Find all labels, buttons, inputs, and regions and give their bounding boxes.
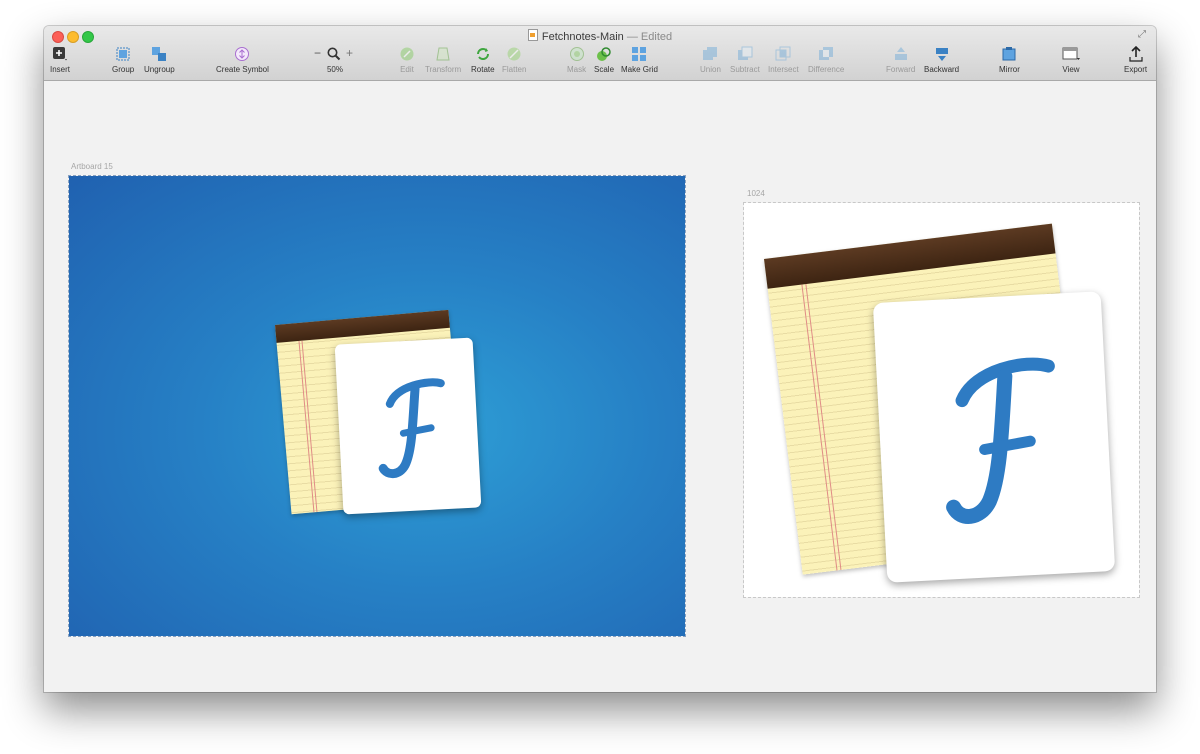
difference-button[interactable]: Difference — [808, 46, 844, 74]
view-window-icon — [1062, 47, 1080, 60]
intersect-button[interactable]: Intersect — [768, 46, 799, 74]
window-title: Fetchnotes-Main — Edited — [44, 29, 1156, 43]
difference-icon — [819, 47, 834, 60]
margin-line — [805, 284, 842, 570]
margin-line — [801, 284, 838, 571]
rotate-icon — [476, 48, 489, 60]
app-window: Fetchnotes-Main — Edited ⤢ Insert Group … — [44, 26, 1156, 692]
intersect-icon — [775, 46, 791, 61]
zoom-magnifier-icon — [327, 47, 341, 61]
zoom-control[interactable]: − + 50% — [314, 46, 356, 74]
subtract-button[interactable]: Subtract — [730, 46, 760, 74]
flatten-label: Flatten — [502, 65, 527, 74]
difference-label: Difference — [808, 65, 845, 74]
rotate-button[interactable]: Rotate — [471, 46, 495, 74]
f-card — [872, 291, 1116, 583]
zoom-level: 50% — [326, 65, 343, 74]
intersect-label: Intersect — [768, 65, 799, 74]
artboard-1-label[interactable]: Artboard 15 — [71, 162, 113, 171]
union-label: Union — [700, 65, 721, 74]
artboard-1[interactable] — [68, 175, 686, 637]
fetchnotes-f-logo — [946, 357, 1055, 524]
create-symbol-label: Create Symbol — [216, 65, 269, 74]
group-label: Group — [112, 65, 135, 74]
subtract-icon — [737, 46, 753, 60]
toolbar: Fetchnotes-Main — Edited ⤢ Insert Group … — [44, 26, 1156, 81]
make-grid-label: Make Grid — [621, 65, 658, 74]
app-icon-large[interactable] — [762, 213, 1132, 583]
transform-icon — [436, 47, 450, 61]
flatten-button[interactable]: Flatten — [502, 46, 526, 74]
grid-icon — [632, 47, 647, 61]
document-icon — [527, 29, 538, 41]
fetchnotes-f-logo — [378, 378, 445, 479]
canvas[interactable]: Artboard 15 1024 — [44, 81, 1156, 692]
ungroup-icon — [152, 47, 167, 61]
mirror-label: Mirror — [999, 65, 1020, 74]
edit-pen-icon — [400, 47, 414, 61]
forward-icon — [894, 47, 907, 60]
artboard-2-label[interactable]: 1024 — [747, 189, 765, 198]
backward-button[interactable]: Backward — [924, 46, 959, 74]
edit-button[interactable]: Edit — [399, 46, 415, 74]
zoom-in-button[interactable]: + — [346, 46, 353, 60]
view-button[interactable]: View — [1062, 46, 1080, 74]
subtract-label: Subtract — [730, 65, 760, 74]
export-label: Export — [1124, 65, 1148, 74]
flatten-icon — [507, 47, 521, 61]
insert-plus-icon — [53, 47, 67, 61]
zoom-out-button[interactable]: − — [314, 46, 321, 60]
notepad-binding — [275, 309, 450, 343]
artboard-2[interactable] — [743, 202, 1140, 598]
transform-button[interactable]: Transform — [425, 46, 461, 74]
insert-label: Insert — [50, 65, 71, 74]
f-card — [334, 337, 482, 515]
mirror-button[interactable]: Mirror — [999, 46, 1020, 74]
scale-button[interactable]: Scale — [594, 46, 614, 74]
make-grid-button[interactable]: Make Grid — [621, 46, 658, 74]
transform-label: Transform — [425, 65, 462, 74]
union-button[interactable]: Union — [700, 46, 721, 74]
mask-button[interactable]: Mask — [567, 46, 586, 74]
rotate-label: Rotate — [471, 65, 495, 74]
mask-label: Mask — [567, 65, 587, 74]
export-button[interactable]: Export — [1124, 46, 1147, 74]
fullscreen-icon[interactable]: ⤢ — [1138, 30, 1148, 40]
insert-button[interactable]: Insert — [50, 46, 70, 74]
forward-label: Forward — [886, 65, 916, 74]
forward-button[interactable]: Forward — [886, 46, 915, 74]
export-icon — [1128, 46, 1143, 62]
create-symbol-button[interactable]: Create Symbol — [216, 46, 269, 74]
backward-label: Backward — [924, 65, 960, 74]
margin-line — [298, 340, 315, 513]
mask-icon — [569, 47, 584, 61]
app-icon-small[interactable] — [273, 297, 485, 515]
notepad-binding — [764, 223, 1056, 289]
ungroup-label: Ungroup — [144, 65, 175, 74]
document-name: Fetchnotes-Main — [541, 31, 624, 43]
group-icon — [116, 47, 130, 61]
group-button[interactable]: Group — [112, 46, 134, 74]
backward-icon — [935, 48, 948, 61]
symbol-icon — [235, 47, 250, 61]
ungroup-button[interactable]: Ungroup — [144, 46, 175, 74]
margin-line — [301, 340, 318, 513]
mirror-icon — [1002, 47, 1016, 61]
edited-indicator: — Edited — [626, 31, 673, 43]
scale-icon — [597, 47, 611, 61]
scale-label: Scale — [594, 65, 615, 74]
union-icon — [703, 47, 718, 60]
view-label: View — [1062, 65, 1080, 74]
edit-label: Edit — [400, 65, 414, 74]
